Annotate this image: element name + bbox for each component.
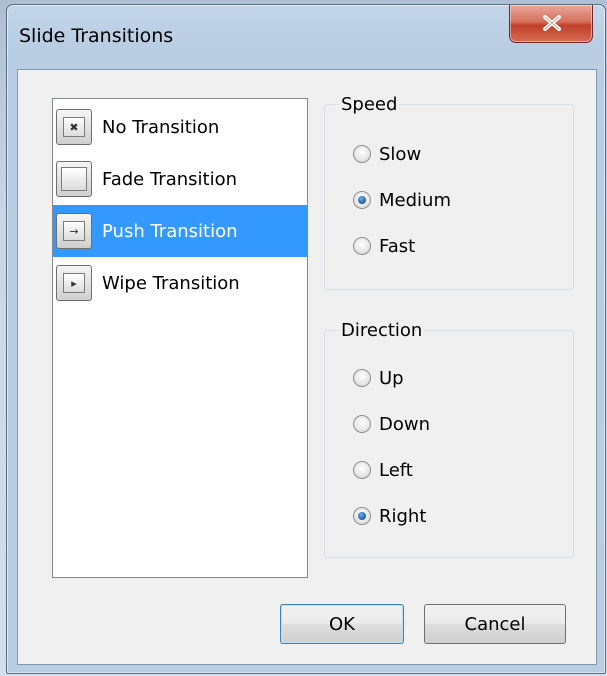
ok-button[interactable]: OK bbox=[280, 604, 404, 644]
list-item-wipe-transition[interactable]: ▸ Wipe Transition bbox=[53, 257, 307, 309]
list-item-fade-transition[interactable]: Fade Transition bbox=[53, 153, 307, 205]
list-item-label: No Transition bbox=[102, 116, 220, 138]
radio-button[interactable] bbox=[353, 461, 371, 479]
list-item-label: Fade Transition bbox=[102, 168, 237, 190]
dialog-title: Slide Transitions bbox=[19, 25, 174, 47]
direction-group: Direction Up Down Left Right bbox=[324, 320, 574, 558]
close-button[interactable] bbox=[509, 5, 593, 43]
list-item-no-transition[interactable]: ✖ No Transition bbox=[53, 101, 307, 153]
radio-label: Right bbox=[379, 505, 427, 527]
radio-label: Fast bbox=[379, 235, 416, 257]
radio-button-checked[interactable] bbox=[353, 191, 371, 209]
list-item-label: Wipe Transition bbox=[102, 272, 240, 294]
radio-label: Slow bbox=[379, 143, 422, 165]
no-transition-icon: ✖ bbox=[56, 109, 92, 145]
radio-button[interactable] bbox=[353, 415, 371, 433]
dialog-window: Slide Transitions ✖ No Transition Fade T… bbox=[6, 4, 606, 674]
cancel-button[interactable]: Cancel bbox=[424, 604, 566, 644]
direction-option-down[interactable]: Down bbox=[353, 411, 430, 437]
radio-button[interactable] bbox=[353, 145, 371, 163]
close-x-icon bbox=[543, 15, 561, 31]
dialog-client-area: ✖ No Transition Fade Transition → Push T… bbox=[17, 69, 597, 665]
fade-transition-icon bbox=[56, 161, 92, 197]
direction-option-left[interactable]: Left bbox=[353, 457, 413, 483]
speed-option-medium[interactable]: Medium bbox=[353, 187, 451, 213]
wipe-transition-icon: ▸ bbox=[56, 265, 92, 301]
direction-option-up[interactable]: Up bbox=[353, 365, 404, 391]
direction-group-legend: Direction bbox=[341, 320, 423, 341]
radio-label: Left bbox=[379, 459, 413, 481]
list-item-label: Push Transition bbox=[102, 220, 238, 242]
list-item-push-transition[interactable]: → Push Transition bbox=[53, 205, 307, 257]
push-transition-icon: → bbox=[56, 213, 92, 249]
radio-button-checked[interactable] bbox=[353, 507, 371, 525]
speed-group-legend: Speed bbox=[341, 94, 398, 115]
radio-button[interactable] bbox=[353, 369, 371, 387]
radio-label: Down bbox=[379, 413, 431, 435]
speed-group: Speed Slow Medium Fast bbox=[324, 94, 574, 290]
radio-label: Medium bbox=[379, 189, 451, 211]
speed-option-fast[interactable]: Fast bbox=[353, 233, 415, 259]
transition-list[interactable]: ✖ No Transition Fade Transition → Push T… bbox=[52, 98, 308, 578]
radio-label: Up bbox=[379, 367, 404, 389]
direction-option-right[interactable]: Right bbox=[353, 503, 426, 529]
radio-button[interactable] bbox=[353, 237, 371, 255]
speed-option-slow[interactable]: Slow bbox=[353, 141, 421, 167]
